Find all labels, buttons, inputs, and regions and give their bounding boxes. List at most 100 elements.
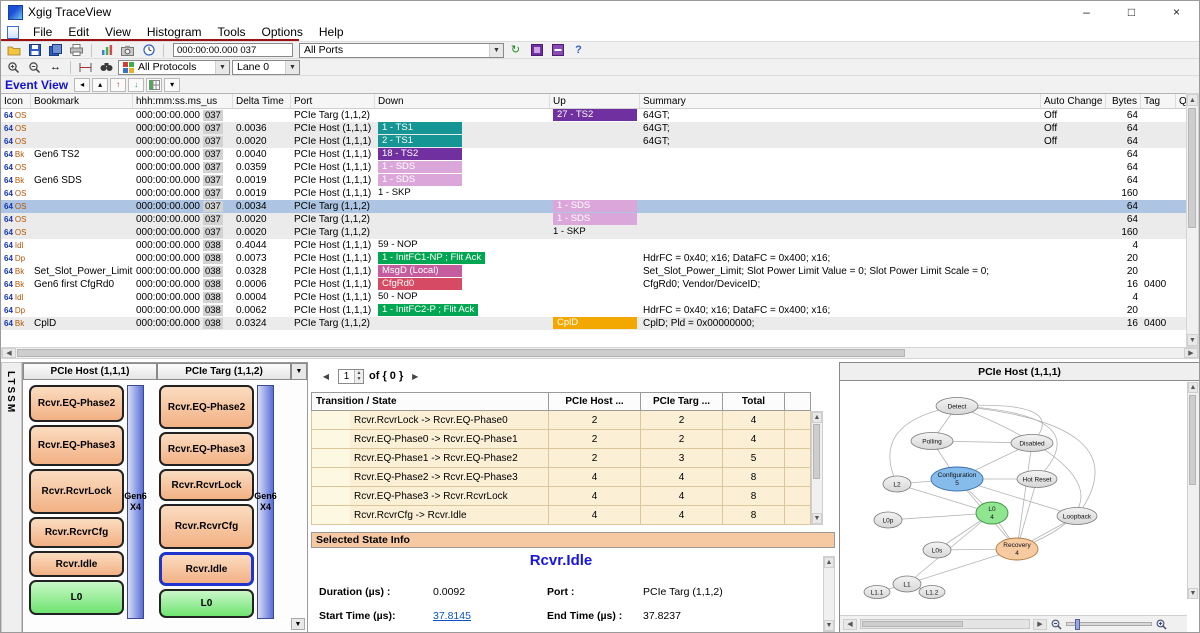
menu-options[interactable]: Options [254,25,311,39]
hscroll-track[interactable] [16,348,1184,358]
table-row[interactable]: 64OS 000:00:00.000037 0.0359 PCIe Host (… [1,161,1199,174]
scroll-down-icon[interactable]: ▼ [1187,334,1198,346]
ltssm-state[interactable]: Rcvr.RcvrCfg [159,504,254,549]
menu-edit[interactable]: Edit [60,25,97,39]
lane-dropdown[interactable]: Lane 0▼ [232,60,300,75]
ltssm-state[interactable]: Rcvr.EQ-Phase3 [29,425,124,466]
trace-vscrollbar[interactable]: ▲ ▼ [1186,93,1199,347]
col-port[interactable]: Port [291,94,375,108]
menu-tools[interactable]: Tools [210,25,254,39]
ltssm-state[interactable]: Rcvr.RcvrLock [29,469,124,514]
scroll-left-icon[interactable]: ◀ [843,619,857,630]
ltssm-node-l1-1[interactable]: L1.1 [864,586,890,599]
camera-icon[interactable] [118,43,137,58]
menu-view[interactable]: View [97,25,139,39]
chevron-down-icon[interactable]: ▼ [285,61,299,74]
col-up[interactable]: Up [550,94,640,108]
ltssm-node-l1-2[interactable]: L1.2 [919,586,945,599]
analyzer-icon[interactable] [527,43,546,58]
table-row[interactable]: 64OS 000:00:00.000037 0.0020 PCIe Targ (… [1,213,1199,226]
ports-dropdown[interactable]: All Ports▼ [299,43,504,58]
measure-icon[interactable] [76,60,95,75]
table-row[interactable]: 64OS 000:00:00.000037 0.0020 PCIe Host (… [1,135,1199,148]
zoom-in-icon[interactable] [4,60,23,75]
col-icon[interactable]: Icon [1,94,31,108]
diagram-hscroll-track[interactable] [860,619,1030,629]
grid-icon[interactable] [146,78,162,92]
ltssm-tab[interactable]: LTSSM [1,362,22,633]
col-transition[interactable]: Transition / State [311,392,549,411]
open-folder-icon[interactable] [4,43,23,58]
col-tag[interactable]: Tag [1141,94,1176,108]
col-bytes[interactable]: Bytes [1106,94,1141,108]
page-prev-icon[interactable]: ◀ [319,369,333,383]
ltssm-state-l0[interactable]: L0 [159,589,254,618]
ltssm-state[interactable]: Rcvr.RcvrCfg [29,517,124,548]
zoom-in-icon[interactable] [1155,618,1168,631]
ltssm-node-polling[interactable]: Polling [911,433,953,450]
ltssm-node-configuration[interactable]: Configuration5 [931,467,983,491]
col-total[interactable]: Total [723,392,785,411]
protocols-dropdown[interactable]: All Protocols▼ [118,60,230,75]
transition-row[interactable]: Rcvr.RcvrLock -> Rcvr.EQ-Phase0 2 2 4 [311,411,823,430]
view-dropdown-icon[interactable]: ▾ [164,78,180,92]
maximize-icon[interactable]: □ [1109,1,1154,23]
col-down[interactable]: Down [375,94,550,108]
save-all-icon[interactable] [46,43,65,58]
table-row[interactable]: 64Idl 000:00:00.000038 0.4044 PCIe Host … [1,239,1199,252]
diagram-vscrollbar[interactable]: ▲ ▼ [1187,382,1199,599]
ltssm-scroll-icon[interactable]: ▼ [291,618,305,630]
col-summary[interactable]: Summary [640,94,1041,108]
transition-row[interactable]: Rcvr.EQ-Phase1 -> Rcvr.EQ-Phase2 2 3 5 [311,449,823,468]
scroll-left-icon[interactable]: ◀ [2,348,16,358]
chart-icon[interactable] [97,43,116,58]
scroll-down-icon[interactable]: ▼ [1188,588,1198,599]
table-row[interactable]: 64Bk Set_Slot_Power_Limit 000:00:00.0000… [1,265,1199,278]
table-row[interactable]: 64OS 000:00:00.000037 0.0034 PCIe Targ (… [1,200,1199,213]
menu-file[interactable]: File [25,25,60,39]
start-time-link[interactable]: 37.8145 [433,610,471,622]
vscroll-thumb[interactable] [1189,395,1196,485]
scroll-right-icon[interactable]: ▶ [1184,348,1198,358]
chevron-down-icon[interactable]: ▼ [215,61,229,74]
vscroll-thumb[interactable] [1188,108,1196,228]
ltssm-node-detect[interactable]: Detect [936,398,978,415]
transition-row[interactable]: Rcvr.EQ-Phase2 -> Rcvr.EQ-Phase3 4 4 8 [311,468,823,487]
table-row[interactable]: 64Bk Gen6 TS2 000:00:00.000037 0.0040 PC… [1,148,1199,161]
table-row[interactable]: 64Idl 000:00:00.000038 0.0004 PCIe Host … [1,291,1199,304]
ltssm-node-hot-reset[interactable]: Hot Reset [1017,471,1057,488]
table-row[interactable]: 64Bk Gen6 SDS 000:00:00.000037 0.0019 PC… [1,174,1199,187]
scroll-up-icon[interactable]: ▲ [824,557,834,568]
table-row[interactable]: 64Dp 000:00:00.000038 0.0062 PCIe Host (… [1,304,1199,317]
vscroll-track[interactable] [1187,106,1198,334]
scroll-up-icon[interactable]: ▲ [812,412,822,423]
menu-help[interactable]: Help [311,25,352,39]
col-bookmark[interactable]: Bookmark [31,94,133,108]
ltssm-state[interactable]: Rcvr.EQ-Phase3 [159,432,254,466]
scroll-right-icon[interactable]: ▶ [1033,619,1047,630]
table-row[interactable]: 64OS 000:00:00.000037 PCIe Targ (1,1,2) … [1,109,1199,122]
zoom-slider[interactable] [1066,622,1152,626]
transition-row[interactable]: Rcvr.EQ-Phase0 -> Rcvr.EQ-Phase1 2 2 4 [311,430,823,449]
ltssm-targ-header[interactable]: PCIe Targ (1,1,2) [157,363,291,380]
transition-vscrollbar[interactable]: ▲ ▼ [811,411,823,525]
col-autochange[interactable]: Auto Change [1041,94,1106,108]
col-host-count[interactable]: PCIe Host ... [549,392,641,411]
transition-row[interactable]: Rcvr.EQ-Phase3 -> Rcvr.RcvrLock 4 4 8 [311,487,823,506]
ltssm-dropdown-icon[interactable]: ▼ [291,363,307,380]
ltssm-node-l0p[interactable]: L0p [874,512,902,528]
close-icon[interactable]: × [1154,1,1199,23]
help-icon[interactable]: ? [569,43,588,58]
chevron-down-icon[interactable]: ▼ [489,44,503,57]
scroll-up-icon[interactable]: ▲ [1188,382,1198,393]
scroll-up-icon[interactable]: ▲ [1187,94,1198,106]
transition-row[interactable]: Rcvr.RcvrCfg -> Rcvr.Idle 4 4 8 [311,506,823,525]
ltssm-node-loopback[interactable]: Loopback [1057,508,1097,525]
ltssm-state[interactable]: Rcvr.EQ-Phase2 [29,385,124,422]
ltssm-node-l1[interactable]: L1 [893,576,921,592]
menu-histogram[interactable]: Histogram [139,25,210,39]
save-icon[interactable] [25,43,44,58]
trigger-time-field[interactable]: 000:00:00.000 037 [173,43,293,57]
zoom-fit-icon[interactable]: ↔ [46,60,65,75]
scroll-down-icon[interactable]: ▼ [812,513,822,524]
